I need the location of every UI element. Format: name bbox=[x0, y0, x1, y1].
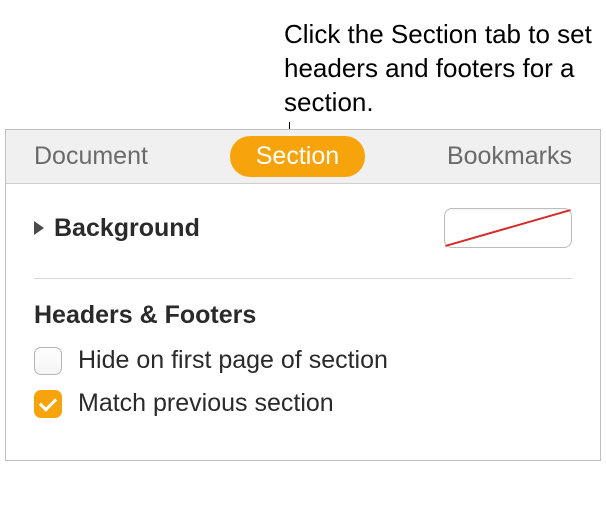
background-label: Background bbox=[54, 214, 200, 243]
check-icon bbox=[39, 393, 57, 411]
match-previous-checkbox[interactable] bbox=[34, 390, 62, 418]
panel-body: Background Headers & Footers Hide on fir… bbox=[6, 184, 600, 460]
headers-footers-title: Headers & Footers bbox=[34, 301, 572, 330]
background-row: Background bbox=[34, 208, 572, 248]
chevron-right-icon bbox=[34, 221, 44, 235]
tab-bar: Document Section Bookmarks bbox=[6, 130, 600, 184]
hide-first-page-label: Hide on first page of section bbox=[78, 346, 388, 375]
tab-bookmarks[interactable]: Bookmarks bbox=[447, 142, 572, 171]
inspector-panel: Document Section Bookmarks Background He… bbox=[5, 129, 601, 461]
match-previous-row[interactable]: Match previous section bbox=[34, 389, 572, 418]
divider-line bbox=[34, 278, 572, 279]
hide-first-page-row[interactable]: Hide on first page of section bbox=[34, 346, 572, 375]
tab-document[interactable]: Document bbox=[34, 142, 148, 171]
tab-section[interactable]: Section bbox=[230, 136, 365, 177]
hide-first-page-checkbox[interactable] bbox=[34, 347, 62, 375]
callout-text: Click the Section tab to set headers and… bbox=[284, 18, 604, 119]
background-color-well[interactable] bbox=[444, 208, 572, 248]
match-previous-label: Match previous section bbox=[78, 389, 334, 418]
background-disclosure-group[interactable]: Background bbox=[34, 214, 200, 243]
